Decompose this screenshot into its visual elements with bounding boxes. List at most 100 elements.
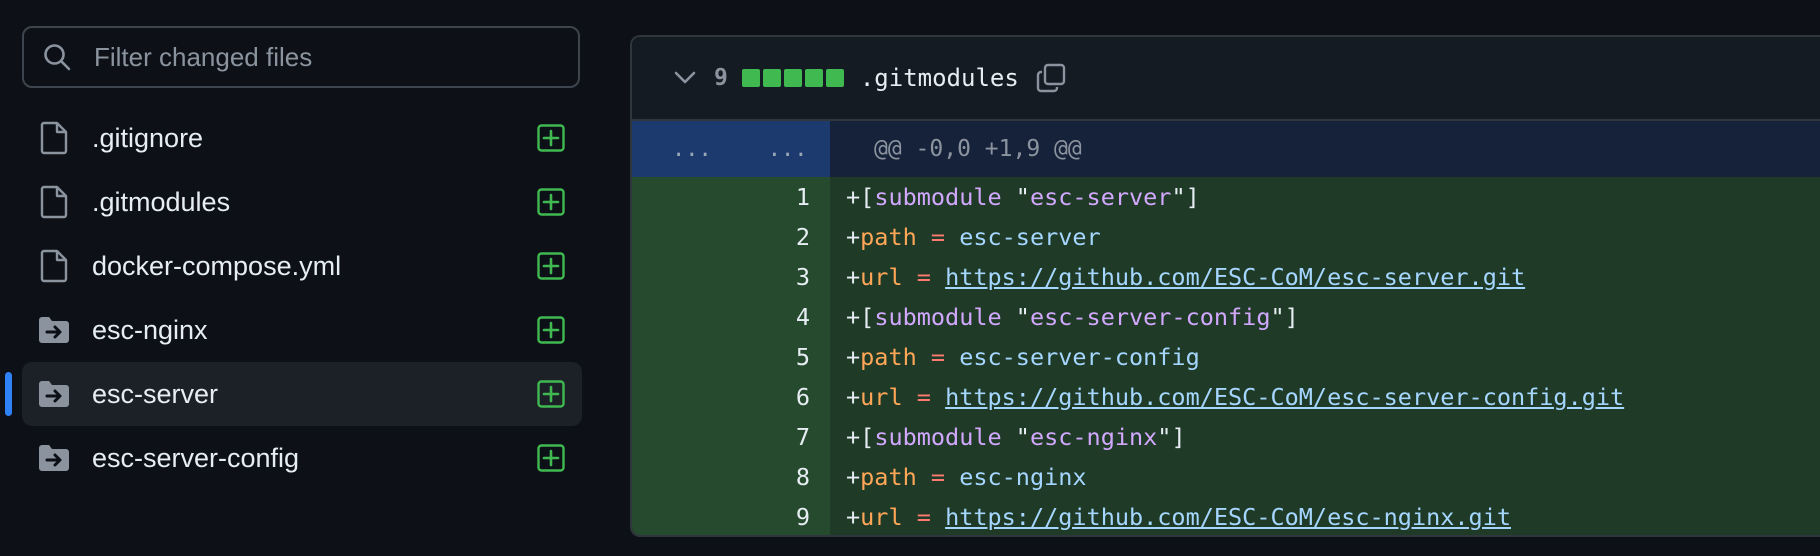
section-keyword: submodule <box>874 303 1002 331</box>
config-value: esc-nginx <box>959 463 1087 491</box>
line-number[interactable]: 3 <box>632 257 830 297</box>
url-link[interactable]: https://github.com/ESC-CoM/esc-server.gi… <box>945 263 1525 291</box>
diff-file-header: 9 .gitmodules <box>632 37 1820 121</box>
config-key: path <box>860 463 917 491</box>
assign-operator: = <box>902 383 946 411</box>
line-code: + [submodule " esc-server "] <box>830 177 1820 217</box>
diff-panel: 9 .gitmodules ... ... @@ -0,0 +1,9 @@ 1 … <box>630 35 1820 537</box>
copy-icon[interactable] <box>1035 62 1067 94</box>
config-value: esc-server <box>959 223 1101 251</box>
config-key: path <box>860 343 917 371</box>
addition-sign: + <box>846 303 861 331</box>
filter-files-box[interactable] <box>22 26 580 88</box>
file-tree-item-name: docker-compose.yml <box>92 250 342 281</box>
config-value: esc-server-config <box>959 343 1200 371</box>
line-code: + path = esc-server <box>830 217 1820 257</box>
line-number[interactable]: 4 <box>632 297 830 337</box>
submodule-icon <box>36 376 72 412</box>
diff-filename[interactable]: .gitmodules <box>860 64 1019 92</box>
section-name: esc-server-config <box>1029 303 1271 331</box>
diffstat-block <box>762 69 781 87</box>
chevron-down-icon[interactable] <box>672 65 698 91</box>
line-code: + url = https://github.com/ESC-CoM/esc-s… <box>830 377 1820 417</box>
section-name: esc-nginx <box>1029 423 1158 451</box>
file-icon <box>36 184 72 220</box>
file-icon <box>36 120 72 156</box>
url-link[interactable]: https://github.com/ESC-CoM/esc-nginx.git <box>945 503 1511 531</box>
line-code: + [submodule " esc-nginx "] <box>830 417 1820 457</box>
line-code: + [submodule " esc-server-config "] <box>830 297 1820 337</box>
file-tree-sidebar: .gitignore .gitmodules docker-compose.yml e… <box>0 0 590 556</box>
diff-line: 5 + path = esc-server-config <box>632 337 1820 377</box>
config-key: url <box>860 263 903 291</box>
line-number[interactable]: 9 <box>632 497 830 535</box>
hunk-expand-gutter[interactable]: ... ... <box>632 121 830 177</box>
diff-line: 7 + [submodule " esc-nginx "] <box>632 417 1820 457</box>
addition-sign: + <box>846 503 861 531</box>
addition-sign: + <box>846 383 861 411</box>
filter-files-input[interactable] <box>92 40 556 74</box>
file-tree-item-name: esc-server-config <box>92 442 300 473</box>
diffstat-bars <box>741 69 844 87</box>
file-tree-item-name: esc-server <box>92 378 219 409</box>
config-key: url <box>860 383 903 411</box>
line-number[interactable]: 2 <box>632 217 830 257</box>
line-number[interactable]: 1 <box>632 177 830 217</box>
change-count: 9 <box>714 65 728 91</box>
diffstat-block <box>825 69 844 87</box>
diff-line: 8 + path = esc-nginx <box>632 457 1820 497</box>
config-key: path <box>860 223 917 251</box>
line-code: + path = esc-server-config <box>830 337 1820 377</box>
file-icon <box>36 248 72 284</box>
file-tree-item[interactable]: esc-server <box>5 362 582 426</box>
assign-operator: = <box>902 263 946 291</box>
submodule-icon <box>36 312 72 348</box>
line-number[interactable]: 7 <box>632 417 830 457</box>
file-tree-item[interactable]: docker-compose.yml <box>22 234 582 298</box>
hunk-header-row: ... ... @@ -0,0 +1,9 @@ <box>632 121 1820 177</box>
file-added-icon <box>536 443 566 473</box>
line-number[interactable]: 6 <box>632 377 830 417</box>
hunk-header-text: @@ -0,0 +1,9 @@ <box>830 121 1820 177</box>
file-added-icon <box>536 251 566 281</box>
diff-line: 2 + path = esc-server <box>632 217 1820 257</box>
file-added-icon <box>536 379 566 409</box>
active-indicator <box>5 372 12 416</box>
diff-line: 9 + url = https://github.com/ESC-CoM/esc-… <box>632 497 1820 535</box>
file-added-icon <box>536 187 566 217</box>
file-tree-item[interactable]: esc-nginx <box>22 298 582 362</box>
section-name: esc-server <box>1029 183 1172 211</box>
assign-operator: = <box>916 343 960 371</box>
file-tree-item[interactable]: .gitmodules <box>22 170 582 234</box>
line-number[interactable]: 8 <box>632 457 830 497</box>
diff-line: 4 + [submodule " esc-server-config "] <box>632 297 1820 337</box>
section-keyword: submodule <box>874 423 1002 451</box>
file-added-icon <box>536 123 566 153</box>
file-tree-item[interactable]: esc-server-config <box>22 426 582 490</box>
line-code: + url = https://github.com/ESC-CoM/esc-s… <box>830 257 1820 297</box>
addition-sign: + <box>846 463 861 491</box>
addition-sign: + <box>846 223 861 251</box>
diffstat-block <box>741 69 760 87</box>
diffstat-block <box>783 69 802 87</box>
addition-sign: + <box>846 423 861 451</box>
diff-line: 3 + url = https://github.com/ESC-CoM/esc-… <box>632 257 1820 297</box>
file-tree-item[interactable]: .gitignore <box>22 106 582 170</box>
section-keyword: submodule <box>874 183 1002 211</box>
line-code: + url = https://github.com/ESC-CoM/esc-n… <box>830 497 1820 535</box>
addition-sign: + <box>846 183 861 211</box>
assign-operator: = <box>916 463 960 491</box>
search-icon <box>40 40 74 74</box>
config-key: url <box>860 503 903 531</box>
diff-line: 6 + url = https://github.com/ESC-CoM/esc-… <box>632 377 1820 417</box>
assign-operator: = <box>916 223 960 251</box>
file-added-icon <box>536 315 566 345</box>
file-tree-item-name: esc-nginx <box>92 314 208 345</box>
url-link[interactable]: https://github.com/ESC-CoM/esc-server-co… <box>945 383 1624 411</box>
addition-sign: + <box>846 263 861 291</box>
assign-operator: = <box>902 503 946 531</box>
submodule-icon <box>36 440 72 476</box>
diff-lines: 1 + [submodule " esc-server "] 2 + path = esc… <box>632 177 1820 535</box>
file-tree-item-name: .gitmodules <box>92 186 231 217</box>
line-number[interactable]: 5 <box>632 337 830 377</box>
